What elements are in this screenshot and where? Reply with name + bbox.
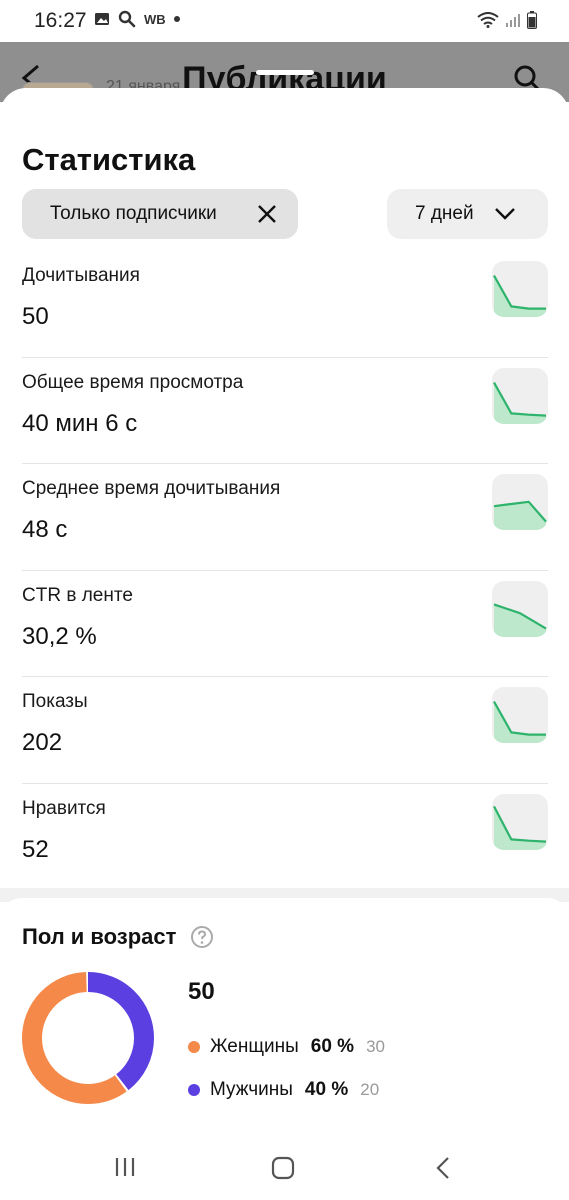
search-icon — [118, 10, 136, 28]
metric-row[interactable]: Общее время просмотра 40 мин 6 с — [22, 358, 548, 464]
sparkline-area — [494, 701, 546, 743]
metric-value: 202 — [22, 729, 63, 756]
metric-sparkline[interactable] — [492, 793, 548, 850]
close-icon[interactable] — [256, 203, 278, 225]
men-percent: 40 % — [304, 1079, 349, 1100]
gender-age-title: Пол и возраст — [22, 924, 177, 949]
women-label: Женщины — [210, 1036, 299, 1057]
men-color-dot — [188, 1084, 200, 1096]
signal-icon — [506, 14, 520, 27]
metric-row[interactable]: CTR в ленте 30,2 % — [22, 571, 548, 677]
sheet-grabber[interactable] — [256, 70, 314, 75]
wifi-icon — [477, 12, 499, 28]
metric-value: 48 с — [22, 516, 68, 543]
metric-sparkline[interactable] — [492, 580, 548, 637]
men-count: 20 — [360, 1080, 380, 1099]
metric-row[interactable]: Среднее время дочитывания 48 с — [22, 464, 548, 571]
gender-donut-chart — [22, 972, 154, 1104]
recent-apps-icon[interactable] — [114, 1156, 136, 1178]
home-icon[interactable] — [271, 1156, 295, 1180]
metric-label: CTR в ленте — [22, 584, 133, 606]
metric-value: 40 мин 6 с — [22, 409, 138, 437]
metric-value: 30,2 % — [22, 622, 97, 650]
notification-dot — [173, 16, 180, 22]
sparkline-area — [494, 382, 546, 424]
battery-icon — [527, 11, 537, 29]
women-count: 30 — [366, 1037, 385, 1056]
metrics-list: Дочитывания 50 Общее время просмотра 40 мин… — [22, 251, 548, 890]
metric-value: 50 — [22, 303, 49, 330]
metric-sparkline[interactable] — [492, 687, 548, 743]
sparkline-area — [494, 805, 546, 850]
back-icon[interactable] — [434, 1156, 452, 1180]
men-label: Мужчины — [210, 1079, 293, 1100]
carrier-badge: WB — [144, 11, 166, 27]
metric-value: 52 — [22, 835, 49, 863]
image-icon — [95, 13, 109, 25]
gender-total: 50 — [188, 978, 215, 1005]
metric-label: Общее время просмотра — [22, 371, 244, 393]
sparkline-area — [494, 603, 546, 637]
help-icon[interactable] — [190, 925, 214, 949]
metric-row[interactable]: Дочитывания 50 — [22, 251, 548, 358]
filter-chip-label: Только подписчики — [50, 203, 217, 224]
metric-sparkline[interactable] — [492, 367, 548, 424]
metric-row[interactable]: Показы 202 — [22, 677, 548, 784]
metric-label: Дочитывания — [22, 265, 140, 286]
legend-women: Женщины 60 % 30 — [188, 1036, 385, 1058]
metric-sparkline[interactable] — [492, 261, 548, 317]
period-label: 7 дней — [415, 203, 474, 224]
metric-row[interactable]: Нравится 52 — [22, 784, 548, 891]
metric-sparkline[interactable] — [492, 474, 548, 530]
metric-label: Среднее время дочитывания — [22, 478, 281, 499]
metric-label: Показы — [22, 691, 88, 712]
status-time: 16:27 — [34, 9, 87, 32]
metric-label: Нравится — [22, 797, 106, 819]
period-dropdown[interactable]: 7 дней — [387, 189, 548, 239]
legend-men: Мужчины 40 % 20 — [188, 1079, 379, 1101]
sheet-title: Статистика — [22, 142, 196, 177]
women-color-dot — [188, 1041, 200, 1053]
chevron-down-icon — [495, 208, 515, 220]
system-nav-bar — [0, 1138, 569, 1200]
subscribers-filter-chip[interactable]: Только подписчики — [22, 189, 298, 239]
women-percent: 60 % — [310, 1036, 355, 1057]
status-bar: 16:27 WB — [0, 0, 569, 42]
sparkline-area — [494, 275, 546, 317]
gender-age-card: Пол и возраст 50 Женщины 60 % 30 Мужчины… — [0, 898, 569, 1138]
